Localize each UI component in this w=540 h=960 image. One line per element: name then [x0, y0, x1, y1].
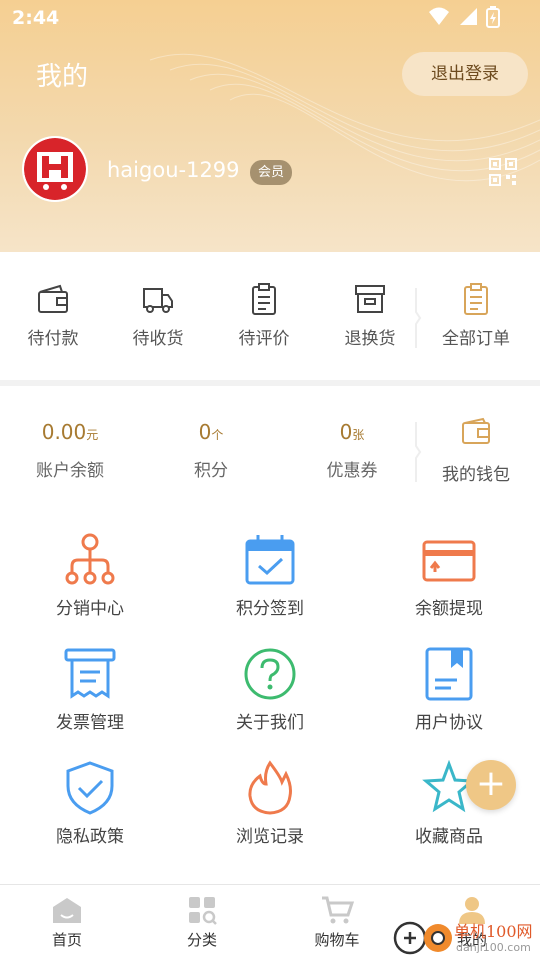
- grid-browsing-history[interactable]: 浏览记录: [195, 760, 345, 847]
- watermark-text: 单机100网: [454, 922, 533, 941]
- wifi-icon: [429, 7, 449, 25]
- archive-box-icon: [355, 285, 385, 313]
- nav-cart[interactable]: 购物车: [297, 895, 377, 950]
- nav-home[interactable]: 首页: [27, 895, 107, 950]
- grid-label: 分销中心: [56, 599, 124, 619]
- coupons-stat[interactable]: 0张 优惠券: [282, 420, 422, 481]
- order-label: 全部订单: [442, 329, 510, 349]
- watermark-url: danji100.com: [456, 941, 531, 954]
- logout-button[interactable]: 退出登录: [402, 52, 528, 96]
- grid-label: 收藏商品: [415, 827, 483, 847]
- grid-points-checkin[interactable]: 积分签到: [195, 532, 345, 619]
- nav-category[interactable]: 分类: [162, 895, 242, 950]
- truck-icon: [143, 288, 173, 313]
- receipt-icon: [64, 648, 116, 699]
- status-bar: 2:44: [0, 0, 540, 36]
- cart-icon: [322, 896, 354, 924]
- order-label: 待收货: [132, 329, 184, 349]
- divider-arrow: [415, 288, 422, 348]
- status-icons: [428, 6, 500, 28]
- grid-balance-withdraw[interactable]: 余额提现: [374, 532, 524, 619]
- page-title: 我的: [36, 62, 89, 92]
- grid-label: 隐私政策: [56, 827, 124, 847]
- order-pending-payment[interactable]: 待付款: [3, 282, 103, 349]
- points-value: 0: [198, 420, 212, 444]
- points-unit: 个: [211, 428, 224, 442]
- grid-label: 浏览记录: [236, 827, 304, 847]
- grid-invoice-management[interactable]: 发票管理: [15, 646, 165, 733]
- wallet-row: 0.00元 账户余额 0个 积分 0张 优惠券 我的钱包: [0, 386, 540, 508]
- category-icon: [189, 897, 217, 925]
- balance-stat[interactable]: 0.00元 账户余额: [0, 420, 140, 481]
- username: haigou-1299: [107, 158, 240, 182]
- avatar[interactable]: [22, 136, 88, 202]
- divider-arrow: [415, 422, 422, 482]
- distribution-icon: [65, 533, 115, 585]
- coupons-value: 0: [339, 420, 353, 444]
- wallet-icon: [38, 284, 68, 313]
- header-wave-decoration: [149, 53, 540, 182]
- points-label: 积分: [194, 461, 228, 481]
- floating-add-button[interactable]: +: [466, 760, 516, 810]
- order-status-row: 待付款 待收货 待评价 退换货 全部订单: [0, 252, 540, 380]
- order-label: 待付款: [27, 329, 79, 349]
- order-pending-receipt[interactable]: 待收货: [108, 282, 208, 349]
- signal-icon: [460, 8, 477, 25]
- my-wallet-label: 我的钱包: [442, 465, 510, 485]
- order-label: 退换货: [344, 329, 396, 349]
- order-list-icon: [464, 283, 488, 315]
- points-stat[interactable]: 0个 积分: [141, 420, 281, 481]
- grid-distribution-center[interactable]: 分销中心: [15, 532, 165, 619]
- store-logo-icon: [24, 138, 86, 200]
- flame-icon: [248, 760, 292, 815]
- document-icon: [425, 647, 473, 701]
- member-badge: 会员: [250, 160, 293, 185]
- calendar-check-icon: [245, 535, 295, 585]
- balance-unit: 元: [86, 428, 99, 442]
- grid-privacy-policy[interactable]: 隐私政策: [15, 760, 165, 847]
- status-time: 2:44: [12, 7, 60, 29]
- order-pending-review[interactable]: 待评价: [214, 282, 314, 349]
- grid-about-us[interactable]: 关于我们: [195, 646, 345, 733]
- question-circle-icon: [244, 648, 296, 700]
- order-all[interactable]: 全部订单: [426, 282, 526, 349]
- wallet-icon: [462, 417, 490, 444]
- profile-header: 2:44 我的 退出登录 haigou-1299 会员: [0, 0, 540, 252]
- card-withdraw-icon: [422, 540, 476, 582]
- battery-icon: [486, 6, 500, 28]
- order-returns[interactable]: 退换货: [320, 282, 420, 349]
- coupons-label: 优惠券: [326, 461, 378, 481]
- my-wallet[interactable]: 我的钱包: [426, 416, 526, 485]
- grid-label: 发票管理: [56, 713, 124, 733]
- grid-user-agreement[interactable]: 用户协议: [374, 646, 524, 733]
- clipboard-icon: [252, 283, 276, 315]
- nav-label: 购物车: [314, 931, 360, 949]
- qr-code-icon[interactable]: [489, 158, 517, 186]
- balance-value: 0.00: [41, 420, 87, 444]
- home-icon: [53, 898, 81, 923]
- grid-label: 关于我们: [236, 713, 304, 733]
- shield-check-icon: [66, 761, 114, 815]
- nav-label: 首页: [51, 931, 82, 949]
- grid-label: 积分签到: [236, 599, 304, 619]
- grid-label: 余额提现: [415, 599, 483, 619]
- grid-label: 用户协议: [415, 713, 483, 733]
- nav-label: 分类: [186, 931, 217, 949]
- coupons-unit: 张: [352, 428, 365, 442]
- order-label: 待评价: [238, 329, 290, 349]
- balance-label: 账户余额: [36, 461, 104, 481]
